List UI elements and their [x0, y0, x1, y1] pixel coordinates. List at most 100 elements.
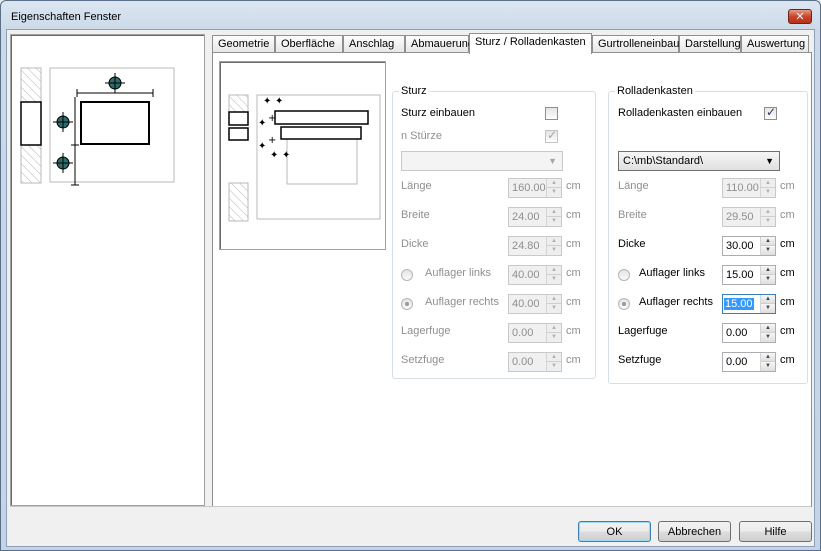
sturz-setzfuge-label: Setzfuge — [401, 354, 445, 366]
sturz-breite-label: Breite — [401, 209, 430, 221]
spin-up-icon[interactable]: ▲ — [761, 295, 775, 304]
sturz-preview-drawing: ✦ ✦ ✦ + ✦+ ✦ ✦ — [228, 94, 381, 222]
help-button[interactable]: Hilfe — [739, 521, 812, 542]
spin-up-icon[interactable]: ▲ — [547, 324, 561, 333]
unit-label: cm — [780, 180, 795, 192]
sturz-auflager-links-label: Auflager links — [425, 267, 492, 279]
spin-up-icon[interactable]: ▲ — [761, 208, 775, 217]
rolladen-laenge-input[interactable]: 110.00 ▲ ▼ — [722, 178, 776, 198]
rolladen-auflager-links-radio[interactable] — [618, 269, 630, 281]
rolladen-dicke-input[interactable]: 30.00 ▲ ▼ — [722, 236, 776, 256]
tab-auswertung[interactable]: Auswertung — [741, 35, 809, 53]
sturz-setzfuge-input[interactable]: 0.00 ▲ ▼ — [508, 352, 562, 372]
ok-button[interactable]: OK — [578, 521, 651, 542]
spin-up-icon[interactable]: ▲ — [547, 208, 561, 217]
rolladen-auflager-rechts-radio[interactable] — [618, 298, 630, 310]
spin-up-icon[interactable]: ▲ — [547, 353, 561, 362]
tab-geometrie[interactable]: Geometrie — [212, 35, 275, 53]
sturz-auflager-rechts-value: 40.00 — [512, 298, 540, 310]
sturz-breite-input[interactable]: 24.00 ▲ ▼ — [508, 207, 562, 227]
rolladen-lagerfuge-value: 0.00 — [726, 327, 748, 339]
rolladen-auflager-links-label: Auflager links — [639, 267, 706, 279]
spin-down-icon[interactable]: ▼ — [761, 246, 775, 255]
spin-down-icon[interactable]: ▼ — [761, 188, 775, 197]
sturz-auflager-links-input[interactable]: 40.00 ▲ ▼ — [508, 265, 562, 285]
unit-label: cm — [566, 296, 581, 308]
svg-text:+: + — [268, 113, 276, 124]
svg-text:✦: ✦ — [263, 96, 271, 107]
close-button[interactable]: ✕ — [788, 9, 812, 24]
rolladen-auflager-rechts-input[interactable]: 15.00 ▲ ▼ — [722, 294, 776, 314]
spin-down-icon[interactable]: ▼ — [547, 304, 561, 313]
spin-up-icon[interactable]: ▲ — [547, 295, 561, 304]
sturz-auflager-links-radio[interactable] — [401, 269, 413, 281]
tab-sturz-rolladenkasten[interactable]: Sturz / Rolladenkasten — [469, 33, 592, 54]
rolladenkasten-group: Rolladenkasten Rolladenkasten einbauen C… — [608, 85, 808, 384]
spin-down-icon[interactable]: ▼ — [547, 246, 561, 255]
sturz-lagerfuge-label: Lagerfuge — [401, 325, 451, 337]
spin-up-icon[interactable]: ▲ — [761, 266, 775, 275]
sturz-auflager-links-value: 40.00 — [512, 269, 540, 281]
separator — [10, 506, 811, 507]
tab-oberfläche[interactable]: Oberfläche — [275, 35, 343, 53]
rolladenkasten-group-title: Rolladenkasten — [615, 85, 695, 97]
n-stuerze-label: n Stürze — [401, 130, 442, 142]
spin-down-icon[interactable]: ▼ — [547, 217, 561, 226]
rolladen-einbauen-checkbox[interactable] — [764, 105, 777, 120]
cancel-button[interactable]: Abbrechen — [658, 521, 731, 542]
spin-up-icon[interactable]: ▲ — [761, 179, 775, 188]
spin-down-icon[interactable]: ▼ — [547, 275, 561, 284]
sturz-auflager-rechts-radio[interactable] — [401, 298, 413, 310]
dialog-client: Geometrie Oberfläche Anschlag Abmauerung Stu… — [6, 29, 815, 547]
spin-down-icon[interactable]: ▼ — [761, 304, 775, 313]
spin-up-icon[interactable]: ▲ — [547, 237, 561, 246]
n-stuerze-checkbox[interactable] — [545, 128, 558, 143]
tab-panel-sturz-rolladenkasten: ✦ ✦ ✦ + ✦ + ✦ ✦ Sturz Sturz einbauen n Stürz… — [212, 52, 812, 507]
rolladen-auflager-rechts-value: 15.00 — [724, 298, 754, 310]
sturz-group-title: Sturz — [399, 85, 429, 97]
sturz-dicke-input[interactable]: 24.80 ▲ ▼ — [508, 236, 562, 256]
title-bar[interactable]: Eigenschaften Fenster ✕ — [1, 1, 820, 31]
spin-down-icon[interactable]: ▼ — [547, 333, 561, 342]
spin-down-icon[interactable]: ▼ — [761, 217, 775, 226]
rolladen-laenge-label: Länge — [618, 180, 649, 192]
sturz-type-combo[interactable]: ▼ — [401, 151, 563, 171]
spin-down-icon[interactable]: ▼ — [761, 362, 775, 371]
spin-up-icon[interactable]: ▲ — [761, 324, 775, 333]
spin-up-icon[interactable]: ▲ — [761, 353, 775, 362]
spin-down-icon[interactable]: ▼ — [547, 362, 561, 371]
tab-gurtrolleneinbau[interactable]: Gurtrolleneinbau — [592, 35, 679, 53]
sturz-preview: ✦ ✦ ✦ + ✦ + ✦ ✦ — [219, 61, 386, 250]
spin-down-icon[interactable]: ▼ — [761, 275, 775, 284]
rolladen-path-value: C:\mb\Standard\ — [623, 155, 704, 167]
rolladen-path-combo[interactable]: C:\mb\Standard\ ▼ — [618, 151, 780, 171]
unit-label: cm — [780, 325, 795, 337]
tab-anschlag[interactable]: Anschlag — [343, 35, 405, 53]
rolladen-setzfuge-value: 0.00 — [726, 356, 748, 368]
unit-label: cm — [566, 354, 581, 366]
sturz-lagerfuge-input[interactable]: 0.00 ▲ ▼ — [508, 323, 562, 343]
spin-up-icon[interactable]: ▲ — [547, 179, 561, 188]
spin-down-icon[interactable]: ▼ — [761, 333, 775, 342]
sturz-dicke-value: 24.80 — [512, 240, 540, 252]
tab-abmauerung[interactable]: Abmauerung — [405, 35, 474, 53]
chevron-down-icon: ▼ — [765, 156, 774, 166]
spin-up-icon[interactable]: ▲ — [547, 266, 561, 275]
tab-darstellung[interactable]: Darstellung — [679, 35, 741, 53]
sturz-breite-value: 24.00 — [512, 211, 540, 223]
sturz-einbauen-checkbox[interactable] — [545, 107, 558, 120]
rolladen-breite-input[interactable]: 29.50 ▲ ▼ — [722, 207, 776, 227]
window-title: Eigenschaften Fenster — [11, 11, 122, 23]
chevron-down-icon: ▼ — [548, 156, 557, 166]
rolladen-auflager-links-input[interactable]: 15.00 ▲ ▼ — [722, 265, 776, 285]
rolladen-lagerfuge-input[interactable]: 0.00 ▲ ▼ — [722, 323, 776, 343]
unit-label: cm — [780, 209, 795, 221]
rolladen-breite-label: Breite — [618, 209, 647, 221]
sturz-auflager-rechts-input[interactable]: 40.00 ▲ ▼ — [508, 294, 562, 314]
window-preview — [10, 34, 205, 506]
rolladen-laenge-value: 110.00 — [726, 182, 759, 194]
sturz-laenge-input[interactable]: 160.00 ▲ ▼ — [508, 178, 562, 198]
rolladen-setzfuge-input[interactable]: 0.00 ▲ ▼ — [722, 352, 776, 372]
spin-up-icon[interactable]: ▲ — [761, 237, 775, 246]
spin-down-icon[interactable]: ▼ — [547, 188, 561, 197]
